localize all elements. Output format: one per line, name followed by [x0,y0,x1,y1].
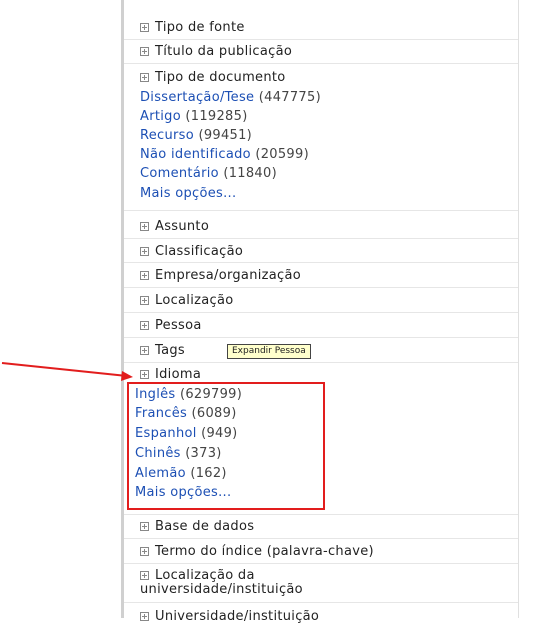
red-arrow-icon [1,362,133,381]
